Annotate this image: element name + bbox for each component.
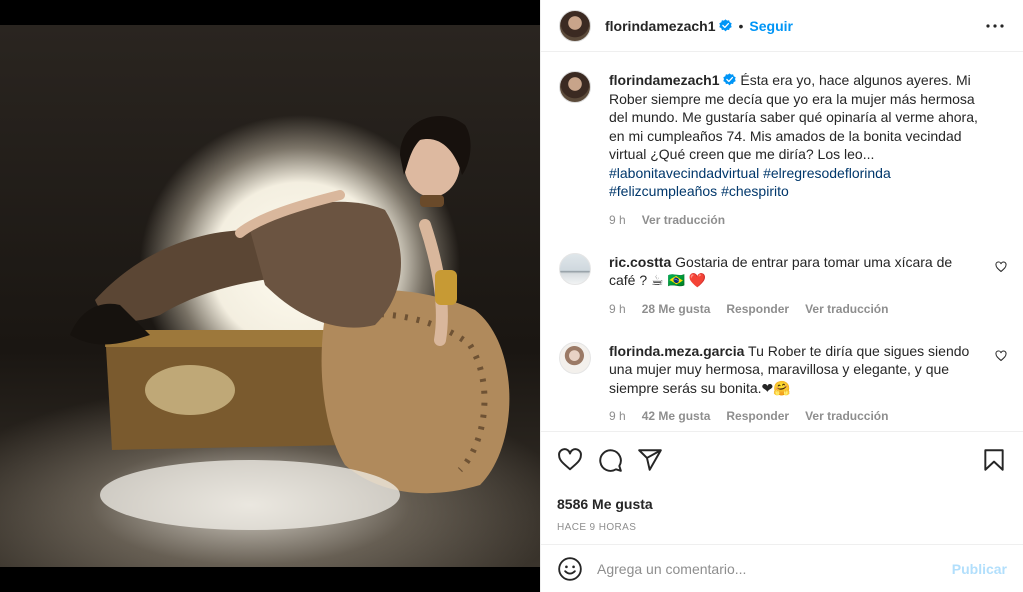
caption-meta: 9 h Ver traducción	[609, 213, 979, 227]
more-options-icon[interactable]	[983, 14, 1007, 38]
caption-username[interactable]: florindamezach1	[609, 72, 719, 88]
photo-floor-light	[100, 460, 400, 530]
comment-icon[interactable]	[597, 447, 623, 473]
hashtag-link[interactable]: #labonitavecindadvirtual	[609, 165, 759, 181]
post-header: florindamezach1 • Seguir	[541, 0, 1023, 52]
follow-button[interactable]: Seguir	[749, 18, 793, 34]
author-username[interactable]: florindamezach1	[605, 18, 715, 34]
translate-link[interactable]: Ver traducción	[642, 213, 725, 227]
verified-badge-icon	[719, 19, 733, 32]
heart-icon[interactable]	[995, 349, 1007, 362]
comment-likes[interactable]: 28 Me gusta	[642, 302, 711, 316]
hashtag-link[interactable]: #elregresodeflorinda	[763, 165, 891, 181]
comment-item: florinda.meza.garcia Tu Rober te diría q…	[559, 341, 1007, 423]
comment-time[interactable]: 9 h	[609, 409, 626, 423]
likes-count[interactable]: 8586 Me gusta	[557, 496, 1007, 512]
photo-bracelet	[435, 270, 457, 305]
reply-button[interactable]: Responder	[726, 302, 789, 316]
post-timestamp[interactable]: HACE 9 HORAS	[557, 522, 1007, 533]
commenter-username[interactable]: florinda.meza.garcia	[609, 343, 744, 359]
comment-item: ric.costta Gostaria de entrar para tomar…	[559, 252, 1007, 316]
paper-plane-icon[interactable]	[637, 447, 663, 473]
verified-badge-icon	[723, 73, 737, 86]
comment-input[interactable]: Agrega un comentario...	[597, 561, 952, 577]
publish-button[interactable]: Publicar	[952, 561, 1007, 577]
action-icons-row	[557, 446, 1007, 474]
hashtag-link[interactable]: #chespirito	[721, 183, 789, 199]
comment-meta: 9 h 28 Me gusta Responder Ver traducción	[609, 302, 979, 316]
emoji-icon[interactable]	[557, 556, 583, 582]
heart-icon[interactable]	[557, 447, 583, 473]
caption-avatar[interactable]	[559, 71, 591, 103]
comment-text-block: ric.costta Gostaria de entrar para tomar…	[609, 253, 979, 290]
hashtag-link[interactable]: #felizcumpleaños	[609, 183, 717, 199]
comment-text-block: florinda.meza.garcia Tu Rober te diría q…	[609, 342, 979, 398]
caption-text-block: florindamezach1 Ésta era yo, hace alguno…	[609, 71, 979, 201]
reply-button[interactable]: Responder	[726, 409, 789, 423]
post-sidebar: florindamezach1 • Seguir florindamezach1…	[540, 0, 1023, 592]
post-actions: 8586 Me gusta HACE 9 HORAS	[541, 431, 1023, 533]
heart-icon[interactable]	[995, 260, 1007, 273]
photo-glare	[145, 365, 235, 415]
commenter-avatar[interactable]	[559, 252, 591, 285]
post-photo[interactable]	[0, 25, 540, 567]
translate-link[interactable]: Ver traducción	[805, 302, 888, 316]
caption-time[interactable]: 9 h	[609, 213, 626, 227]
comments-list: florindamezach1 Ésta era yo, hace alguno…	[541, 53, 1023, 431]
commenter-username[interactable]: ric.costta	[609, 254, 671, 270]
media-pane	[0, 0, 540, 592]
photo-illustration	[70, 116, 510, 530]
author-avatar[interactable]	[559, 9, 591, 42]
comment-likes[interactable]: 42 Me gusta	[642, 409, 711, 423]
translate-link[interactable]: Ver traducción	[805, 409, 888, 423]
separator-dot: •	[738, 17, 744, 34]
comment-time[interactable]: 9 h	[609, 302, 626, 316]
photo-choker	[420, 195, 444, 207]
bookmark-icon[interactable]	[981, 447, 1007, 473]
commenter-avatar[interactable]	[559, 341, 591, 374]
caption: florindamezach1 Ésta era yo, hace alguno…	[559, 71, 1007, 227]
comment-composer: Agrega un comentario... Publicar	[541, 544, 1023, 592]
comment-meta: 9 h 42 Me gusta Responder Ver traducción	[609, 409, 979, 423]
